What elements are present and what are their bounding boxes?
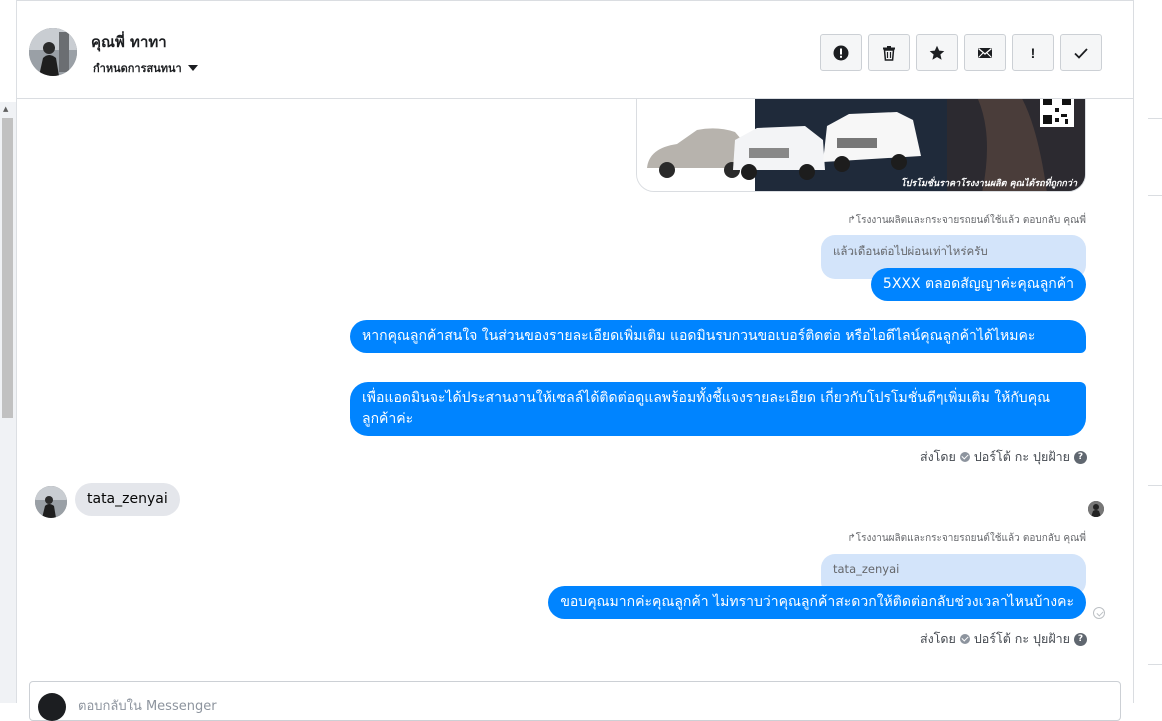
outgoing-message[interactable]: 5XXX ตลอดสัญญาค่ะคุณลูกค้า xyxy=(870,268,1086,301)
divider xyxy=(1148,118,1162,119)
quoted-message-text: tata_zenyai xyxy=(833,562,900,576)
divider xyxy=(1148,664,1162,665)
reply-composer[interactable]: ตอบกลับใน Messenger xyxy=(29,681,1121,721)
promo-image: โปรโมชั่นราคาโรงงานผลิต คุณได้รถที่ถูกกว… xyxy=(637,99,1085,191)
sent-by-name: ปอร์โต้ กะ ปุยฝ้าย xyxy=(973,631,1070,646)
reply-context-note: ↱โรงงานผลิตและกระจายรถยนต์ใช้แล้ว ตอบกลั… xyxy=(847,213,1086,228)
incoming-message[interactable]: tata_zenyai xyxy=(75,483,180,516)
help-icon[interactable]: ? xyxy=(1074,450,1087,464)
sent-by-line: ส่งโดย ปอร์โต้ กะ ปุยฝ้าย ? xyxy=(920,629,1087,649)
envelope-icon xyxy=(978,47,992,58)
contact-name: คุณพี่ ทาทา xyxy=(91,33,167,51)
trash-icon xyxy=(883,45,895,61)
caret-down-icon xyxy=(187,65,198,71)
message-text: เพื่อแอดมินจะได้ประสานงานให้เซลล์ได้ติดต… xyxy=(362,390,1051,427)
outgoing-message[interactable]: หากคุณลูกค้าสนใจ ในส่วนของรายละเอียดเพิ่… xyxy=(350,320,1086,353)
reply-context-text: โรงงานผลิตและกระจายรถยนต์ใช้แล้ว ตอบกลับ… xyxy=(855,215,1086,226)
conversation-settings-dropdown[interactable]: กำหนดการสนทนา xyxy=(93,59,198,77)
message-text: หากคุณลูกค้าสนใจ ในส่วนของรายละเอียดเพิ่… xyxy=(362,328,1036,344)
divider xyxy=(1148,195,1162,196)
conversation-settings-label: กำหนดการสนทนา xyxy=(93,62,182,75)
delete-button[interactable] xyxy=(868,34,910,71)
conversation-panel: คุณพี่ ทาทา กำหนดการสนทนา ! โปรโมชั่นราค… xyxy=(17,0,1150,721)
conversation-header: คุณพี่ ทาทา กำหนดการสนทนา ! xyxy=(17,0,1133,99)
message-text: tata_zenyai xyxy=(87,491,168,507)
flag-important-button[interactable]: ! xyxy=(1012,34,1054,71)
star-icon xyxy=(929,45,945,60)
reply-arrow-icon: ↱ xyxy=(847,533,856,544)
reply-input-placeholder[interactable]: ตอบกลับใน Messenger xyxy=(78,695,217,716)
reply-context-text: โรงงานผลิตและกระจายรถยนต์ใช้แล้ว ตอบกลับ… xyxy=(855,533,1086,544)
mark-unread-button[interactable] xyxy=(964,34,1006,71)
exclamation-icon: ! xyxy=(1030,44,1036,61)
right-side-panel xyxy=(1133,0,1162,703)
reply-context-note: ↱โรงงานผลิตและกระจายรถยนต์ใช้แล้ว ตอบกลั… xyxy=(847,531,1086,546)
exclamation-circle-icon xyxy=(833,45,849,60)
message-list: โปรโมชั่นราคาโรงงานผลิต คุณได้รถที่ถูกกว… xyxy=(17,99,1117,669)
sender-avatar[interactable] xyxy=(35,486,67,518)
message-text: ขอบคุณมากค่ะคุณลูกค้า ไม่ทราบว่าคุณลูกค้… xyxy=(560,594,1074,610)
checkmark-icon xyxy=(1074,47,1088,59)
scroll-up-arrow-icon[interactable]: ▲ xyxy=(3,105,8,113)
left-panel-strip: ▲ xyxy=(0,0,17,703)
sent-by-label: ส่งโดย xyxy=(919,449,956,464)
left-scrollbar-thumb[interactable] xyxy=(2,118,13,418)
promo-image-attachment[interactable]: โปรโมชั่นราคาโรงงานผลิต คุณได้รถที่ถูกกว… xyxy=(636,99,1086,192)
report-spam-button[interactable] xyxy=(820,34,862,71)
delivered-check-icon xyxy=(1093,607,1105,619)
help-icon[interactable]: ? xyxy=(1074,632,1087,646)
conversation-toolbar: ! xyxy=(820,34,1102,71)
sent-by-label: ส่งโดย xyxy=(919,631,956,646)
message-text: 5XXX ตลอดสัญญาค่ะคุณลูกค้า xyxy=(882,276,1074,292)
quoted-message-text: แล้วเดือนต่อไปผ่อนเท่าไหร่ครับ xyxy=(833,244,988,258)
star-button[interactable] xyxy=(916,34,958,71)
reply-arrow-icon: ↱ xyxy=(847,215,856,226)
sent-by-name: ปอร์โต้ กะ ปุยฝ้าย xyxy=(973,449,1070,464)
left-panel-top xyxy=(0,0,16,102)
outgoing-message[interactable]: เพื่อแอดมินจะได้ประสานงานให้เซลล์ได้ติดต… xyxy=(350,382,1086,436)
sent-check-icon xyxy=(959,452,970,462)
divider xyxy=(1148,485,1162,486)
seen-avatar xyxy=(1088,501,1104,517)
sent-check-icon xyxy=(959,634,970,644)
page-avatar xyxy=(38,693,66,721)
contact-avatar[interactable] xyxy=(29,28,77,76)
outgoing-message[interactable]: ขอบคุณมากค่ะคุณลูกค้า ไม่ทราบว่าคุณลูกค้… xyxy=(548,586,1086,619)
sent-by-line: ส่งโดย ปอร์โต้ กะ ปุยฝ้าย ? xyxy=(920,447,1087,467)
mark-done-button[interactable] xyxy=(1060,34,1102,71)
